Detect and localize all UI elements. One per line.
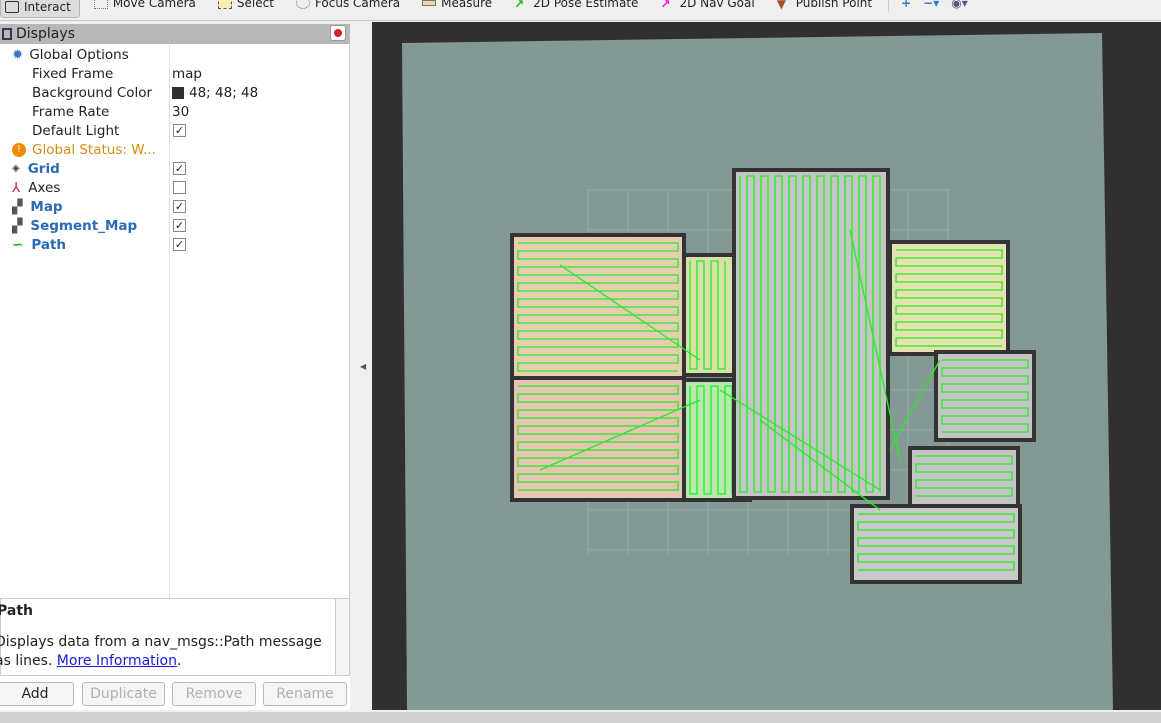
- plus-icon: +: [901, 0, 912, 10]
- description-end: .: [177, 653, 182, 669]
- magenta-arrow-icon: ↗: [660, 0, 671, 11]
- remove-button[interactable]: Remove: [172, 682, 256, 706]
- axes-icon: ⅄: [12, 179, 21, 196]
- room: [732, 168, 890, 500]
- map-icon: ▞: [12, 217, 23, 234]
- focus-camera-icon: [295, 0, 310, 9]
- room: [908, 446, 1020, 508]
- axes-checkbox[interactable]: [173, 181, 186, 194]
- description-scrollbar[interactable]: [335, 599, 349, 675]
- minus-icon: −▾: [923, 0, 940, 10]
- row-label: Grid: [27, 160, 60, 177]
- tool-label: 2D Pose Estimate: [533, 0, 639, 10]
- more-information-link[interactable]: More Information: [57, 653, 177, 669]
- toolbar: Interact Move Camera Select Focus Camera…: [0, 0, 1161, 21]
- map-icon: ▞: [12, 198, 23, 215]
- description-text: Displays data from a nav_msgs::Path mess…: [0, 633, 325, 671]
- path-checkbox[interactable]: ✓: [173, 238, 186, 251]
- row-label: Map: [30, 198, 63, 215]
- displays-panel: Displays ✹ Global Options Fixed Frame map …: [0, 24, 350, 710]
- display-axes[interactable]: ⅄ Axes: [0, 178, 350, 197]
- row-label: Global Status: W...: [32, 141, 156, 158]
- frame-rate-row[interactable]: Frame Rate 30: [0, 102, 350, 121]
- displays-header: Displays: [0, 24, 350, 44]
- view-tool-button[interactable]: ◉▾: [947, 0, 976, 12]
- row-label: Path: [31, 236, 67, 253]
- status-bar: [0, 712, 1161, 723]
- tool-measure[interactable]: Measure: [418, 0, 500, 12]
- fixed-frame-row[interactable]: Fixed Frame map: [0, 64, 350, 83]
- display-segment-map[interactable]: ▞ Segment_Map ✓: [0, 216, 350, 235]
- tool-label: Publish Point: [795, 0, 873, 10]
- global-options-row[interactable]: ✹ Global Options: [0, 45, 350, 64]
- move-camera-icon: [93, 0, 108, 9]
- ruler-icon: [422, 0, 437, 6]
- grid-icon: ◈: [12, 163, 20, 174]
- interact-icon: [5, 1, 19, 13]
- toolbar-separator: [888, 0, 890, 12]
- tool-interact[interactable]: Interact: [0, 0, 80, 18]
- row-label: Global Options: [29, 46, 129, 63]
- eye-icon: ◉▾: [951, 0, 968, 10]
- display-path[interactable]: ∽ Path ✓: [0, 235, 350, 254]
- display-map[interactable]: ▞ Map ✓: [0, 197, 350, 216]
- bg-value: 48; 48; 48: [189, 84, 259, 101]
- panel-title: Displays: [16, 26, 75, 42]
- default-light-checkbox[interactable]: ✓: [173, 124, 186, 137]
- row-label: Segment_Map: [30, 217, 138, 234]
- map-pin-icon: ▼: [776, 0, 786, 11]
- add-tool-button[interactable]: +: [897, 0, 919, 12]
- rename-button[interactable]: Rename: [263, 682, 347, 706]
- fixed-frame-value[interactable]: map: [172, 66, 202, 82]
- monitor-icon: [2, 28, 12, 40]
- tool-move-camera[interactable]: Move Camera: [90, 0, 204, 12]
- remove-tool-button[interactable]: −▾: [919, 0, 947, 12]
- tool-label: 2D Nav Goal: [679, 0, 755, 10]
- tool-label: Select: [236, 0, 274, 10]
- tool-select[interactable]: Select: [214, 0, 282, 12]
- display-grid[interactable]: ◈ Grid ✓: [0, 159, 350, 178]
- green-arrow-icon: ↗: [514, 0, 525, 11]
- tool-label: Move Camera: [112, 0, 196, 10]
- warning-icon: !: [12, 142, 26, 157]
- room: [682, 253, 738, 377]
- add-button[interactable]: Add: [0, 682, 74, 706]
- room: [934, 350, 1036, 442]
- map-canvas[interactable]: [372, 22, 1161, 710]
- collapse-panel-handle[interactable]: ◀: [360, 362, 366, 371]
- tool-focus-camera[interactable]: Focus Camera: [292, 0, 408, 12]
- coverage-path: [739, 175, 881, 493]
- frame-rate-value[interactable]: 30: [172, 104, 189, 120]
- tool-label: Interact: [24, 0, 71, 14]
- duplicate-button[interactable]: Duplicate: [82, 682, 165, 706]
- tool-2d-pose-estimate[interactable]: ↗ 2D Pose Estimate: [510, 0, 646, 12]
- global-status-row[interactable]: ! Global Status: W...: [0, 140, 350, 159]
- map-checkbox[interactable]: ✓: [173, 200, 186, 213]
- grid-checkbox[interactable]: ✓: [173, 162, 186, 175]
- segment-map-checkbox[interactable]: ✓: [173, 219, 186, 232]
- close-panel-button[interactable]: [330, 25, 346, 41]
- default-light-row[interactable]: Default Light ✓: [0, 121, 350, 140]
- 3d-viewport[interactable]: [372, 22, 1161, 710]
- gear-icon: ✹: [12, 46, 24, 63]
- background-color-row[interactable]: Background Color 48; 48; 48: [0, 83, 350, 102]
- tool-label: Measure: [441, 0, 493, 10]
- description-title: Path: [0, 603, 33, 619]
- path-icon: ∽: [12, 236, 24, 253]
- select-icon: [217, 0, 232, 9]
- row-label: Axes: [28, 179, 61, 196]
- displays-tree: ✹ Global Options Fixed Frame map Backgroun…: [0, 45, 350, 615]
- tool-label: Focus Camera: [314, 0, 401, 10]
- description-panel: Path Displays data from a nav_msgs::Path…: [0, 598, 350, 676]
- tool-publish-point[interactable]: ▼ Publish Point: [773, 0, 880, 12]
- tool-2d-nav-goal[interactable]: ↗ 2D Nav Goal: [656, 0, 762, 12]
- color-swatch[interactable]: [172, 86, 184, 99]
